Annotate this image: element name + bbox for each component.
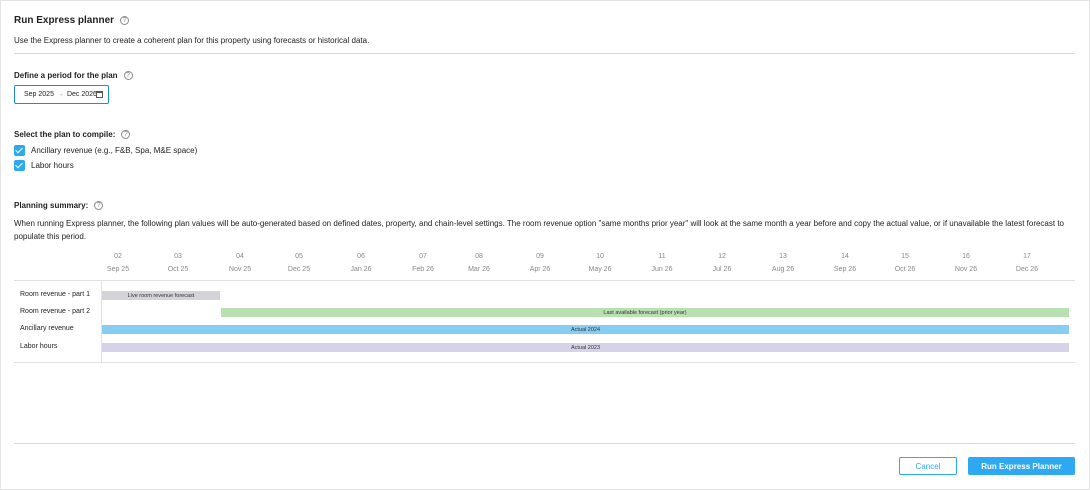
checkbox-labor-label: Labor hours <box>31 161 74 170</box>
help-icon[interactable]: ? <box>121 130 131 139</box>
date-separator: → <box>56 91 64 98</box>
timeline-tick-number: 13 <box>779 253 787 260</box>
calendar-icon[interactable] <box>96 91 103 98</box>
gantt-row-label: Room revenue - part 2 <box>20 308 91 315</box>
date-range-picker[interactable]: Sep 2025 → Dec 2026 <box>14 85 109 104</box>
gantt-bar: Live room revenue forecast <box>102 291 220 300</box>
timeline-tick: 13 Aug 26 <box>763 252 803 275</box>
dialog-title-text: Run Express planner <box>14 15 115 26</box>
period-section-label: Define a period for the plan ? <box>14 71 133 80</box>
timeline-tick-number: 03 <box>174 253 182 260</box>
cancel-button[interactable]: Cancel <box>899 457 957 475</box>
timeline-tick: 15 Oct 26 <box>885 252 925 275</box>
timeline-tick: 11 Jun 26 <box>642 252 682 275</box>
checkbox-ancillary[interactable] <box>14 145 25 156</box>
timeline-tick-month: Jun 26 <box>651 266 673 273</box>
gantt-bar: Last available forecast (prior year) <box>221 308 1069 317</box>
timeline-tick-number: 10 <box>596 253 604 260</box>
date-start: Sep 2025 <box>24 91 54 98</box>
help-icon[interactable]: ? <box>123 71 133 80</box>
timeline-tick-number: 04 <box>236 253 244 260</box>
plans-section-label: Select the plan to compile: ? <box>14 130 131 139</box>
timeline-tick: 17 Dec 26 <box>1007 252 1047 275</box>
gantt-row-label: Ancillary revenue <box>20 325 74 332</box>
timeline-tick-month: Oct 25 <box>167 266 189 273</box>
timeline-tick-number: 09 <box>536 253 544 260</box>
timeline-tick-month: Dec 25 <box>287 266 311 273</box>
summary-text: When running Express planner, the follow… <box>14 219 1064 241</box>
timeline-tick-month: Mar 26 <box>468 266 490 273</box>
header-divider <box>14 53 1075 54</box>
summary-section-label: Planning summary: ? <box>14 201 104 210</box>
dialog-description: Use the Express planner to create a cohe… <box>14 36 370 45</box>
timeline-tick-month: Jan 26 <box>350 266 372 273</box>
timeline-tick: 06 Jan 26 <box>341 252 381 275</box>
timeline-tick: 07 Feb 26 <box>403 252 443 275</box>
timeline-header: 02 Sep 25 03 Oct 25 04 Nov 25 05 Dec 25 06 Jan 26… <box>0 252 1090 278</box>
timeline-tick-number: 15 <box>901 253 909 260</box>
timeline-tick-number: 17 <box>1023 253 1031 260</box>
plans-label: Select the plan to compile: <box>14 130 116 139</box>
timeline-tick: 04 Nov 25 <box>220 252 260 275</box>
timeline-tick: 12 Jul 26 <box>702 252 742 275</box>
timeline-tick-month: Feb 26 <box>412 266 434 273</box>
footer-divider <box>14 443 1075 444</box>
timeline-tick-month: Oct 26 <box>894 266 916 273</box>
timeline-tick-number: 11 <box>658 253 666 260</box>
dialog-title: Run Express planner ? <box>14 15 130 26</box>
summary-label: Planning summary: <box>14 201 89 210</box>
gantt-row-label: Room revenue - part 1 <box>20 291 91 298</box>
help-icon[interactable]: ? <box>94 201 104 210</box>
timeline-tick: 03 Oct 25 <box>158 252 198 275</box>
timeline-tick: 16 Nov 26 <box>946 252 986 275</box>
timeline-tick-month: Sep 26 <box>833 266 857 273</box>
timeline-tick-month: Apr 26 <box>529 266 551 273</box>
timeline-tick-number: 02 <box>114 253 122 260</box>
timeline-tick-number: 08 <box>475 253 483 260</box>
timeline-tick-number: 07 <box>419 253 427 260</box>
timeline-tick-month: Nov 25 <box>228 266 252 273</box>
timeline-tick: 14 Sep 26 <box>825 252 865 275</box>
gantt-row-label: Labor hours <box>20 343 58 350</box>
dialog-frame <box>0 0 1090 490</box>
checkbox-labor[interactable] <box>14 160 25 171</box>
period-label: Define a period for the plan <box>14 71 118 80</box>
date-end: Dec 2026 <box>66 91 97 98</box>
run-express-planner-button[interactable]: Run Express Planner <box>968 457 1075 475</box>
timeline-tick: 10 May 26 <box>580 252 620 275</box>
timeline-tick-month: Sep 25 <box>106 266 130 273</box>
timeline-tick: 02 Sep 25 <box>98 252 138 275</box>
timeline-tick-number: 12 <box>718 253 726 260</box>
gantt-bar: Actual 2024 <box>102 325 1069 334</box>
timeline-tick-month: Nov 26 <box>954 266 978 273</box>
timeline-tick-month: Jul 26 <box>712 266 732 273</box>
timeline-tick: 08 Mar 26 <box>459 252 499 275</box>
timeline-tick-month: May 26 <box>588 266 612 273</box>
timeline-tick-number: 05 <box>295 253 303 260</box>
timeline-tick: 09 Apr 26 <box>520 252 560 275</box>
timeline-tick-number: 14 <box>841 253 849 260</box>
timeline-tick-month: Aug 26 <box>771 266 795 273</box>
gantt-bar: Actual 2023 <box>102 343 1069 352</box>
help-icon[interactable]: ? <box>120 16 130 25</box>
timeline-tick-month: Dec 26 <box>1015 266 1039 273</box>
checkbox-ancillary-row[interactable]: Ancillary revenue (e.g., F&B, Spa, M&E s… <box>14 145 197 156</box>
checkbox-ancillary-label: Ancillary revenue (e.g., F&B, Spa, M&E s… <box>31 146 198 155</box>
timeline-tick: 05 Dec 25 <box>279 252 319 275</box>
timeline-tick-number: 16 <box>962 253 970 260</box>
checkbox-labor-row[interactable]: Labor hours <box>14 160 74 171</box>
timeline-tick-number: 06 <box>357 253 365 260</box>
